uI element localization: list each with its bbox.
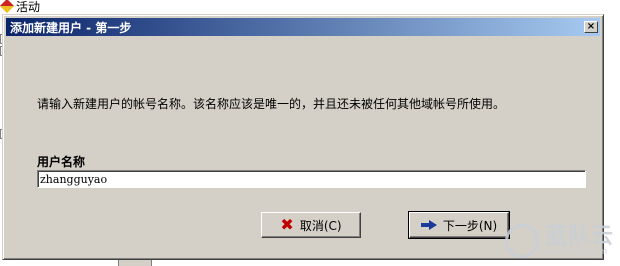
cancel-button-label: 取消(C) [299,218,342,233]
background-window [0,0,620,14]
tree-item-activity[interactable]: 活动 [0,0,40,14]
tree-item-label: 活动 [16,0,41,14]
dialog-title: 添加新建用户 - 第一步 [10,20,132,35]
username-label: 用户名称 [37,155,86,169]
right-arrow-icon [420,220,437,230]
brand-logo-icon [504,224,539,258]
activity-icon [0,0,15,14]
cancel-button[interactable]: ✖ 取消(C) [261,212,361,238]
next-button-label: 下一步(N) [442,218,498,233]
next-button[interactable]: 下一步(N) [408,211,510,239]
close-button[interactable]: × [584,21,598,33]
username-input[interactable] [37,170,586,188]
brand-watermark: 蓝队云 LanDui.com [504,223,614,258]
close-icon: × [586,21,596,32]
brand-name-en: LanDui.com [544,246,609,257]
instruction-text: 请输入新建用户的帐号名称。该名称应该是唯一的，并且还未被任何其他域帐号所使用。 [37,97,506,111]
red-x-icon: ✖ [280,215,294,234]
brand-name-cn: 蓝队云 [544,223,614,249]
dialog-titlebar[interactable]: 添加新建用户 - 第一步 × [6,18,600,36]
